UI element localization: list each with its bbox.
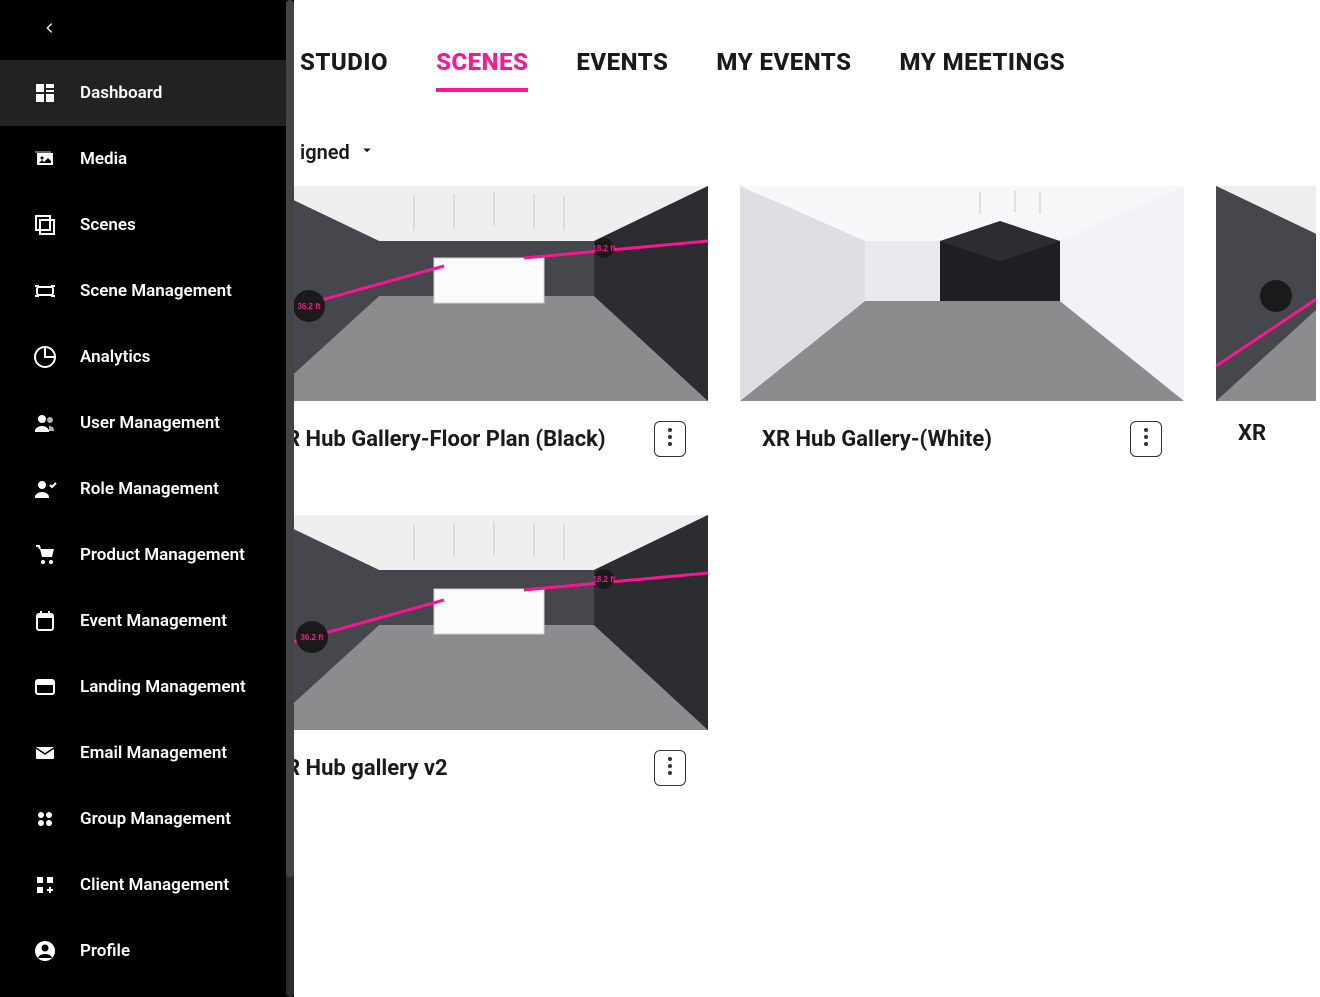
scene-mgmt-icon [32, 278, 58, 304]
landing-mgmt-icon [32, 674, 58, 700]
filter-row: igned [294, 140, 1320, 164]
chevron-left-icon [42, 20, 58, 40]
sidebar-item-label: Scenes [80, 215, 136, 235]
email-mgmt-icon [32, 740, 58, 766]
measurement-label: 18.2 ft [592, 244, 615, 253]
tab-scenes[interactable]: SCENES [436, 48, 528, 92]
tab-events[interactable]: EVENTS [576, 48, 668, 92]
scrollbar-thumb[interactable] [286, 0, 294, 877]
card-menu-button[interactable] [1130, 421, 1162, 457]
scene-thumbnail: 36.2 ft 18.2 ft [294, 515, 708, 730]
group-mgmt-icon [32, 806, 58, 832]
filter-label: igned [300, 140, 350, 164]
dashboard-icon [32, 80, 58, 106]
chevron-down-icon [358, 140, 376, 164]
client-mgmt-icon [32, 872, 58, 898]
more-vertical-icon [668, 428, 672, 450]
measurement-label: 36.2 ft [300, 633, 323, 642]
sidebar-item-landing-management[interactable]: Landing Management [0, 654, 294, 720]
scene-card-title: R Hub Gallery-Floor Plan (Black) [294, 427, 642, 452]
scenes-icon [32, 212, 58, 238]
sidebar: Dashboard Media Scenes Scene Management [0, 0, 294, 997]
scene-card-title: XR Hub Gallery-(White) [762, 427, 1118, 452]
scene-card[interactable]: 36.2 ft 18.2 ft R Hub gallery v2 [294, 515, 708, 812]
measurement-label: 18.2 ft [592, 575, 615, 584]
scene-thumbnail [1216, 186, 1316, 401]
product-mgmt-icon [32, 542, 58, 568]
scene-card-title: XR [1238, 421, 1316, 446]
sidebar-item-label: Media [80, 149, 127, 169]
more-vertical-icon [668, 757, 672, 779]
role-mgmt-icon [32, 476, 58, 502]
sidebar-item-scenes[interactable]: Scenes [0, 192, 294, 258]
sidebar-item-label: Client Management [80, 875, 229, 895]
user-mgmt-icon [32, 410, 58, 436]
profile-icon [32, 938, 58, 964]
cards-grid: 36.2 ft 18.2 ft R Hub Gallery-Floor Plan… [294, 186, 1320, 868]
sidebar-item-label: Dashboard [80, 83, 162, 103]
sidebar-item-role-management[interactable]: Role Management [0, 456, 294, 522]
sidebar-item-label: Profile [80, 941, 130, 961]
sidebar-item-label: Landing Management [80, 677, 246, 697]
sidebar-item-label: Analytics [80, 347, 150, 367]
card-menu-button[interactable] [654, 750, 686, 786]
sidebar-item-client-management[interactable]: Client Management [0, 852, 294, 918]
more-vertical-icon [1144, 428, 1148, 450]
tabs: STUDIO SCENES EVENTS MY EVENTS MY MEETIN… [294, 0, 1320, 92]
sidebar-item-event-management[interactable]: Event Management [0, 588, 294, 654]
sidebar-item-group-management[interactable]: Group Management [0, 786, 294, 852]
sidebar-item-label: Group Management [80, 809, 231, 829]
scene-card-title: R Hub gallery v2 [294, 756, 642, 781]
sidebar-scrollbar[interactable] [286, 0, 294, 997]
sidebar-item-scene-management[interactable]: Scene Management [0, 258, 294, 324]
measurement-label: 36.2 ft [297, 302, 320, 311]
media-icon [32, 146, 58, 172]
sidebar-item-user-management[interactable]: User Management [0, 390, 294, 456]
tab-studio[interactable]: STUDIO [300, 48, 388, 92]
sidebar-item-label: Product Management [80, 545, 245, 565]
sidebar-item-label: Role Management [80, 479, 219, 499]
sidebar-item-label: User Management [80, 413, 220, 433]
sidebar-item-label: Scene Management [80, 281, 232, 301]
sidebar-item-label: Event Management [80, 611, 227, 631]
tab-my-meetings[interactable]: MY MEETINGS [900, 48, 1066, 92]
analytics-icon [32, 344, 58, 370]
event-mgmt-icon [32, 608, 58, 634]
sidebar-collapse-button[interactable] [0, 0, 294, 60]
tab-my-events[interactable]: MY EVENTS [716, 48, 851, 92]
filter-dropdown[interactable]: igned [300, 140, 376, 164]
sidebar-item-media[interactable]: Media [0, 126, 294, 192]
card-menu-button[interactable] [654, 421, 686, 457]
sidebar-item-email-management[interactable]: Email Management [0, 720, 294, 786]
sidebar-item-profile[interactable]: Profile [0, 918, 294, 984]
sidebar-item-label: Email Management [80, 743, 227, 763]
sidebar-item-product-management[interactable]: Product Management [0, 522, 294, 588]
scene-card[interactable]: 36.2 ft 18.2 ft R Hub Gallery-Floor Plan… [294, 186, 708, 483]
scene-thumbnail [740, 186, 1184, 401]
sidebar-item-dashboard[interactable]: Dashboard [0, 60, 294, 126]
sidebar-item-analytics[interactable]: Analytics [0, 324, 294, 390]
scene-card[interactable]: XR Hub Gallery-(White) [740, 186, 1184, 483]
scene-card[interactable]: XR [1216, 186, 1316, 483]
main-content: STUDIO SCENES EVENTS MY EVENTS MY MEETIN… [294, 0, 1320, 997]
scene-thumbnail: 36.2 ft 18.2 ft [294, 186, 708, 401]
